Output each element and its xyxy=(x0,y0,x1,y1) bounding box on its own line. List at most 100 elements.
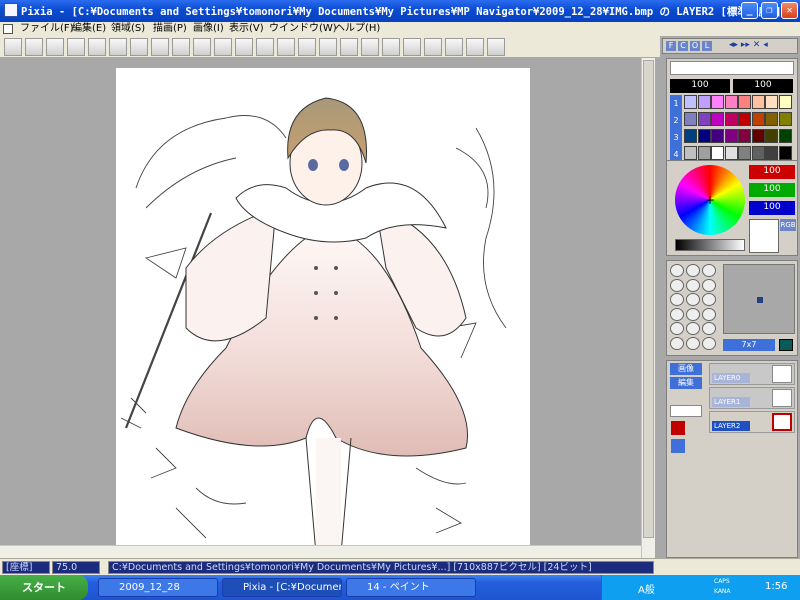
brush-shape-button[interactable] xyxy=(702,322,716,335)
layer-row[interactable]: LAYER0 xyxy=(709,363,795,385)
opacity-a-value[interactable]: 100 xyxy=(670,79,730,93)
brush-type-row[interactable] xyxy=(670,61,794,75)
color-swatch[interactable] xyxy=(778,146,792,160)
color-swatch[interactable] xyxy=(738,95,751,109)
start-button[interactable]: スタート xyxy=(0,575,88,600)
color-swatch[interactable] xyxy=(765,129,778,143)
color-swatch[interactable] xyxy=(724,146,738,160)
save-icon[interactable] xyxy=(46,38,64,56)
brush-size-label[interactable]: 7x7 xyxy=(723,339,775,351)
color-swatch[interactable] xyxy=(711,129,724,143)
color-swatch[interactable] xyxy=(765,112,778,126)
menu-window[interactable]: ウインドウ(W) xyxy=(269,22,337,36)
brush-shape-button[interactable] xyxy=(702,264,716,277)
color-swatch[interactable] xyxy=(778,129,792,143)
minimize-button[interactable]: _ xyxy=(741,2,758,19)
layer-row-active[interactable]: LAYER2 xyxy=(709,411,795,433)
brush-shape-button[interactable] xyxy=(702,336,716,350)
fill-icon[interactable] xyxy=(319,38,337,56)
line-icon[interactable] xyxy=(214,38,232,56)
eyedropper-icon[interactable] xyxy=(361,38,379,56)
color-swatch[interactable] xyxy=(751,146,765,160)
polygon-icon[interactable] xyxy=(235,38,253,56)
brush-shape-button[interactable] xyxy=(686,336,700,350)
task-pixia[interactable]: Pixia - [C:¥Document... xyxy=(222,578,342,597)
scroll-thumb[interactable] xyxy=(643,60,654,538)
tab-f[interactable]: F xyxy=(666,41,676,51)
app-icon[interactable] xyxy=(4,3,18,17)
layer-tool-icon[interactable] xyxy=(671,421,685,435)
open-file-icon[interactable] xyxy=(25,38,43,56)
layer-edit-button[interactable]: 編集 xyxy=(670,377,702,389)
brush-shape-button[interactable] xyxy=(670,278,684,292)
color-swatch[interactable] xyxy=(697,95,711,109)
panel-nav-icons[interactable]: ◂▸ ▸▸ ✕ ◂ xyxy=(729,40,797,52)
color-swatch[interactable] xyxy=(724,112,738,126)
doc-icon[interactable] xyxy=(3,24,13,34)
color-swatch[interactable] xyxy=(697,146,711,160)
color-swatch[interactable] xyxy=(711,95,724,109)
gray-slider[interactable] xyxy=(675,239,745,251)
menu-help[interactable]: ヘルプ(H) xyxy=(335,22,380,36)
layer-name-field[interactable] xyxy=(670,405,702,417)
tab-l[interactable]: L xyxy=(702,41,712,51)
magic-wand-icon[interactable] xyxy=(298,38,316,56)
pen-icon[interactable] xyxy=(172,38,190,56)
layer-list-icon[interactable] xyxy=(671,439,685,453)
brush-shape-button[interactable] xyxy=(702,293,716,306)
lasso-icon[interactable] xyxy=(277,38,295,56)
layer-image-button[interactable]: 画像 xyxy=(670,363,702,375)
color-swatch[interactable] xyxy=(724,129,738,143)
paste-icon[interactable] xyxy=(151,38,169,56)
new-file-icon[interactable] xyxy=(4,38,22,56)
brush-select-icon[interactable] xyxy=(424,38,442,56)
color-swatch[interactable] xyxy=(778,112,792,126)
task-folder[interactable]: 2009_12_28 xyxy=(98,578,218,597)
blue-value[interactable]: 100 xyxy=(749,201,795,215)
brush-shape-button[interactable] xyxy=(686,322,700,335)
layer-row[interactable]: LAYER1 xyxy=(709,387,795,409)
maximize-button[interactable]: ❐ xyxy=(761,2,778,19)
color-swatch[interactable] xyxy=(751,129,765,143)
brush-shape-button[interactable] xyxy=(686,278,700,292)
brush-settings-icon[interactable] xyxy=(779,339,793,351)
color-box-icon[interactable] xyxy=(445,38,463,56)
rgb-mode-button[interactable]: RGB xyxy=(780,219,796,231)
rectangle-icon[interactable] xyxy=(193,38,211,56)
undo-icon[interactable] xyxy=(88,38,106,56)
copy-icon[interactable] xyxy=(130,38,148,56)
color-swatch[interactable] xyxy=(751,112,765,126)
redo-icon[interactable] xyxy=(109,38,127,56)
brush-shape-button[interactable] xyxy=(670,293,684,306)
menu-edit[interactable]: 編集(E) xyxy=(72,22,106,36)
color-swatch[interactable] xyxy=(697,129,711,143)
transform-icon[interactable] xyxy=(382,38,400,56)
curve-icon[interactable] xyxy=(256,38,274,56)
color-swatch[interactable] xyxy=(738,146,751,160)
menu-view[interactable]: 表示(V) xyxy=(229,22,264,36)
brush-shape-button[interactable] xyxy=(686,264,700,277)
color-swatch[interactable] xyxy=(738,129,751,143)
color-swatch[interactable] xyxy=(711,112,724,126)
color-swatch[interactable] xyxy=(684,95,697,109)
brush-shape-button[interactable] xyxy=(670,307,684,321)
drawing-canvas[interactable] xyxy=(116,68,530,554)
color-swatch[interactable] xyxy=(711,146,724,160)
color-swatch[interactable] xyxy=(751,95,765,109)
ime-indicator[interactable]: A般 xyxy=(638,581,655,596)
brush-shape-button[interactable] xyxy=(686,307,700,321)
color-swatch[interactable] xyxy=(684,112,697,126)
brush-shape-button[interactable] xyxy=(702,307,716,321)
brush-shape-button[interactable] xyxy=(670,336,684,350)
menu-file[interactable]: ファイル(F) xyxy=(20,22,74,36)
zoom-in-icon[interactable] xyxy=(466,38,484,56)
menu-select[interactable]: 領域(S) xyxy=(111,22,145,36)
green-value[interactable]: 100 xyxy=(749,183,795,197)
gradient-icon[interactable] xyxy=(340,38,358,56)
brush-shape-button[interactable] xyxy=(670,264,684,277)
brush-shape-button[interactable] xyxy=(670,322,684,335)
color-swatch[interactable] xyxy=(765,146,778,160)
color-swatch[interactable] xyxy=(765,95,778,109)
brush-shape-button[interactable] xyxy=(702,278,716,292)
tab-o[interactable]: O xyxy=(690,41,700,51)
